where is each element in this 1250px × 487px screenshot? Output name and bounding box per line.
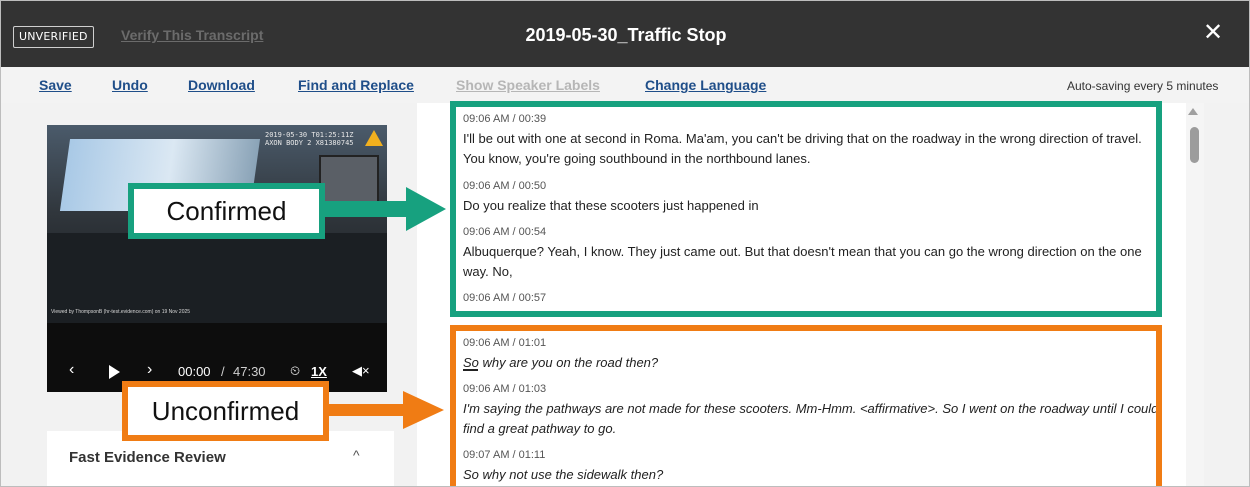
unconfirmed-callout: Unconfirmed (122, 381, 329, 441)
unconfirmed-arrow-icon (327, 391, 444, 429)
confirmed-arrow-icon (323, 187, 446, 231)
transcript-window: UNVERIFIED Verify This Transcript 2019-0… (0, 0, 1250, 487)
confirmed-callout: Confirmed (128, 183, 325, 239)
